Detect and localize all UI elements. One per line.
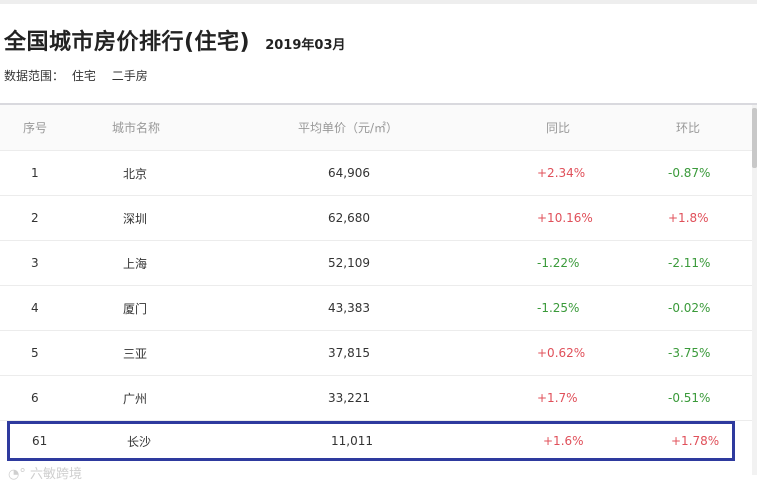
cell-rank: 1 — [31, 166, 39, 180]
highlight-yoy: +1.6% — [543, 434, 584, 448]
cell-rank: 4 — [31, 301, 39, 315]
page-header: 全国城市房价排行(住宅) 2019年03月 数据范围： 住宅 二手房 — [0, 4, 757, 104]
col-header-yoy[interactable]: 同比 — [546, 105, 570, 150]
cell-mom: -0.87% — [668, 166, 711, 180]
col-header-mom[interactable]: 环比 — [676, 105, 700, 150]
table-row[interactable]: 3 上海 52,109 -1.22% -2.11% — [0, 241, 752, 286]
data-scope: 数据范围： 住宅 二手房 — [4, 67, 148, 84]
cell-mom: +1.8% — [668, 211, 709, 225]
cell-mom: -3.75% — [668, 346, 711, 360]
table-header-row: 序号 城市名称 平均单价（元/㎡） 同比 环比 — [0, 105, 752, 151]
cell-city: 厦门 — [123, 301, 148, 316]
cell-city: 三亚 — [123, 346, 148, 361]
table-row[interactable]: 6 广州 33,221 +1.7% -0.51% — [0, 376, 752, 421]
cell-yoy: +1.7% — [537, 391, 578, 405]
table-body: 1 北京 64,906 +2.34% -0.87% 2 深圳 62,680 +10.16% +1.… — [0, 151, 752, 421]
cell-mom: -0.02% — [668, 301, 711, 315]
highlight-city: 长沙 — [127, 434, 152, 449]
cell-price: 43,383 — [328, 301, 370, 315]
cell-city: 广州 — [123, 391, 148, 406]
cell-city: 上海 — [123, 256, 148, 271]
cell-rank: 5 — [31, 346, 39, 360]
highlight-price: 11,011 — [331, 434, 373, 448]
cell-mom: -2.11% — [668, 256, 711, 270]
cell-yoy: +2.34% — [537, 166, 586, 180]
watermark-logo-icon: ◔° — [8, 467, 26, 482]
table-row[interactable]: 4 厦门 43,383 -1.25% -0.02% — [0, 286, 752, 331]
cell-city: 北京 — [123, 166, 148, 181]
scrollbar-thumb[interactable] — [752, 108, 757, 168]
ranking-table: 序号 城市名称 平均单价（元/㎡） 同比 环比 1 北京 64,906 +2.34% -… — [0, 105, 752, 421]
table-row[interactable]: 1 北京 64,906 +2.34% -0.87% — [0, 151, 752, 196]
highlight-mom: +1.78% — [671, 434, 720, 448]
cell-price: 33,221 — [328, 391, 370, 405]
cell-yoy: +10.16% — [537, 211, 593, 225]
page-title: 全国城市房价排行(住宅) — [4, 30, 251, 55]
scope-filter-secondhand[interactable]: 二手房 — [112, 69, 148, 83]
table-row[interactable]: 2 深圳 62,680 +10.16% +1.8% — [0, 196, 752, 241]
cell-rank: 6 — [31, 391, 39, 405]
cell-price: 64,906 — [328, 166, 370, 180]
cell-rank: 3 — [31, 256, 39, 270]
cell-yoy: +0.62% — [537, 346, 586, 360]
report-date: 2019年03月 — [265, 38, 346, 53]
watermark-text: 六敏跨境 — [29, 467, 82, 482]
cell-price: 37,815 — [328, 346, 370, 360]
col-header-price[interactable]: 平均单价（元/㎡） — [298, 105, 398, 150]
cell-price: 52,109 — [328, 256, 370, 270]
highlighted-row-changsha[interactable]: 61 长沙 11,011 +1.6% +1.78% — [7, 421, 735, 461]
table-row[interactable]: 5 三亚 37,815 +0.62% -3.75% — [0, 331, 752, 376]
watermark: ◔° 六敏跨境 — [8, 463, 82, 482]
cell-yoy: -1.22% — [537, 256, 580, 270]
scope-filter-residential[interactable]: 住宅 — [72, 69, 96, 83]
highlight-rank: 61 — [32, 434, 48, 448]
col-header-rank[interactable]: 序号 — [23, 105, 47, 150]
cell-mom: -0.51% — [668, 391, 711, 405]
scope-label: 数据范围： — [4, 69, 65, 83]
cell-price: 62,680 — [328, 211, 370, 225]
col-header-city[interactable]: 城市名称 — [112, 105, 160, 150]
cell-city: 深圳 — [123, 211, 148, 226]
cell-yoy: -1.25% — [537, 301, 580, 315]
cell-rank: 2 — [31, 211, 39, 225]
title-row: 全国城市房价排行(住宅) 2019年03月 — [4, 24, 346, 56]
